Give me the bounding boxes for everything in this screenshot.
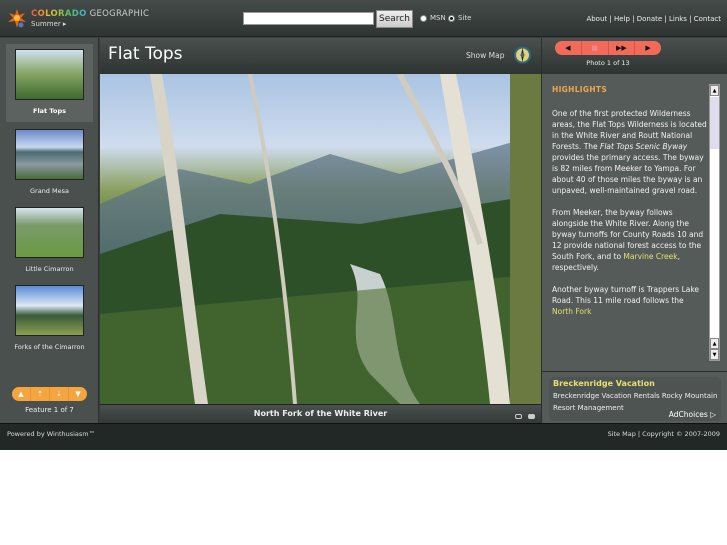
top-links[interactable]: About | Help | Donate | Links | Contact <box>586 15 721 23</box>
adchoices-link[interactable]: AdChoices ▷ <box>665 410 719 419</box>
play-slideshow-button[interactable]: ▶▶ <box>609 41 636 55</box>
photo-caption: North Fork of the White River <box>253 409 388 418</box>
north-fork-link[interactable]: North Fork <box>552 307 591 316</box>
sidebar: Flat Tops Grand Mesa Little Cimarron For… <box>0 38 99 423</box>
title-bar: Flat Tops Show Map <box>100 38 541 74</box>
powered-by[interactable]: Powered by Winthusiasm™ <box>7 430 95 438</box>
scroll-up-button-lower[interactable]: ▲ <box>710 338 719 349</box>
photo-count: Photo 1 of 13 <box>586 59 630 67</box>
feature-forks-cimarron[interactable]: Forks of the Cimarron <box>6 280 93 358</box>
radio-site-label: Site <box>458 14 472 22</box>
radio-msn-label: MSN <box>430 14 446 22</box>
right-panel: ◀ ■ ▶▶ ▶ Photo 1 of 13 HIGHLIGHTS One of th… <box>541 38 727 423</box>
feature-label: Flat Tops <box>33 107 66 115</box>
highlights-heading: HIGHLIGHTS <box>552 85 608 94</box>
search-input[interactable] <box>243 12 374 25</box>
season-selector[interactable]: Summer ▸ <box>31 20 66 28</box>
first-feature-button[interactable]: ▲ <box>12 387 31 401</box>
scroll-down-button[interactable]: ▼ <box>710 349 719 360</box>
scroll-up-button[interactable]: ▲ <box>710 85 719 96</box>
footer: Powered by Winthusiasm™ Site Map | Copyr… <box>0 423 727 450</box>
ad-title[interactable]: Breckenridge Vacation <box>553 379 655 388</box>
feature-count: Feature 1 of 7 <box>25 406 74 414</box>
prev-photo-button[interactable]: ◀ <box>555 41 582 55</box>
thumbnail <box>15 207 84 258</box>
highlights-text: One of the first protected Wilderness ar… <box>552 108 707 360</box>
header: COLORADO GEOGRAPHIC Summer ▸ Search MSN … <box>0 0 727 37</box>
feature-grand-mesa[interactable]: Grand Mesa <box>6 124 93 202</box>
feature-little-cimarron[interactable]: Little Cimarron <box>6 202 93 280</box>
ad-box[interactable]: Breckenridge Vacation Breckenridge Vacat… <box>549 377 721 421</box>
app: COLORADO GEOGRAPHIC Summer ▸ Search MSN … <box>0 0 727 450</box>
byway-name: Flat Tops Scenic Byway <box>600 142 688 151</box>
last-feature-button[interactable]: ▼ <box>69 387 87 401</box>
landscape-image <box>100 74 541 404</box>
highlights-panel: HIGHLIGHTS One of the first protected Wi… <box>542 74 727 372</box>
prev-feature-button[interactable]: ⇡ <box>31 387 50 401</box>
email-icon[interactable] <box>528 414 535 419</box>
text: provides the primary access. The byway i… <box>552 153 704 195</box>
photo-nav-bar: ◀ ■ ▶▶ ▶ Photo 1 of 13 <box>542 38 727 74</box>
main-photo[interactable] <box>100 74 541 404</box>
sun-logo-icon[interactable] <box>8 9 26 29</box>
brand-geographic: GEOGRAPHIC <box>89 9 150 19</box>
radio-msn[interactable] <box>420 15 427 22</box>
feature-label: Little Cimarron <box>25 265 74 273</box>
brand-colorado: COLORADO <box>31 9 87 19</box>
compass-icon[interactable] <box>514 43 531 65</box>
radio-site[interactable] <box>448 15 455 22</box>
thumbnail <box>15 285 84 336</box>
text: Another byway turnoff is Trappers Lake R… <box>552 285 700 305</box>
marvine-creek-link[interactable]: Marvine Creek <box>623 252 677 261</box>
next-feature-button[interactable]: ⇣ <box>50 387 69 401</box>
feature-nav: ▲ ⇡ ⇣ ▼ <box>12 387 87 401</box>
thumbnail <box>15 129 84 180</box>
stop-slideshow-button[interactable]: ■ <box>582 41 609 55</box>
thumbnail <box>15 49 84 100</box>
feature-flat-tops[interactable]: Flat Tops <box>6 44 93 122</box>
scroll-thumb[interactable] <box>710 97 719 149</box>
feature-label: Forks of the Cimarron <box>14 343 85 351</box>
caption-bar: North Fork of the White River <box>100 404 541 423</box>
show-map-link[interactable]: Show Map <box>466 51 504 60</box>
brand[interactable]: COLORADO GEOGRAPHIC <box>31 9 149 19</box>
photo-nav: ◀ ■ ▶▶ ▶ <box>555 41 661 55</box>
page-title: Flat Tops <box>108 44 183 64</box>
link-icon[interactable] <box>515 414 522 419</box>
copyright[interactable]: Site Map | Copyright © 2007-2009 <box>608 430 720 438</box>
search-button[interactable]: Search <box>376 10 413 28</box>
feature-label: Grand Mesa <box>30 187 69 195</box>
next-photo-button[interactable]: ▶ <box>635 41 661 55</box>
highlights-scrollbar[interactable]: ▲ ▲ ▼ <box>709 84 720 361</box>
